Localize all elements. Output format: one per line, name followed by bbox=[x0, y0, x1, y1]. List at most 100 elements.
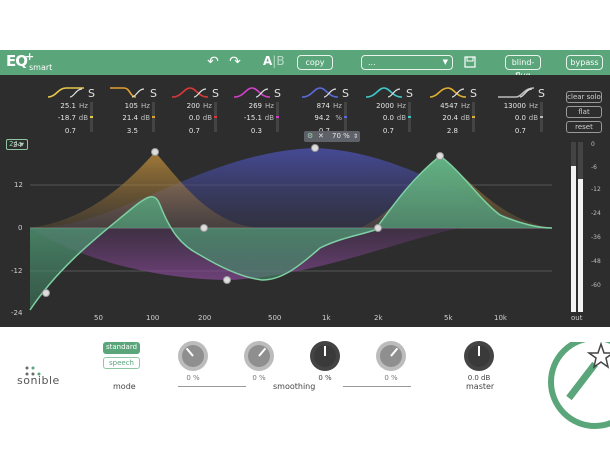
band-shape-icon[interactable] bbox=[366, 86, 402, 98]
meter-scale-label: -6 bbox=[591, 164, 597, 171]
x-tick-label: 100 bbox=[146, 314, 160, 322]
flat-button[interactable]: flat bbox=[566, 106, 602, 118]
mode-speech-button[interactable]: speech bbox=[103, 357, 140, 369]
gear-icon[interactable]: ⚙ bbox=[307, 131, 313, 142]
stepper-icon[interactable]: ⇕ bbox=[353, 131, 358, 142]
band-solo-button[interactable]: S bbox=[538, 87, 545, 100]
band-strip-7: S 4547 Hz 20.4 dB 2.8 bbox=[424, 84, 486, 136]
meter-label: out bbox=[571, 314, 583, 322]
band-q-value[interactable]: 3.5 bbox=[104, 127, 138, 135]
smart-learn-button[interactable] bbox=[545, 335, 610, 450]
band-freq-unit: Hz bbox=[397, 102, 406, 110]
band-q-value[interactable]: 0.7 bbox=[360, 127, 394, 135]
clear-solo-button[interactable]: clear solo bbox=[566, 91, 602, 103]
redo-icon[interactable]: ↷ bbox=[226, 53, 244, 71]
band-meter bbox=[540, 102, 543, 132]
band-q-value[interactable]: 0.7 bbox=[492, 127, 526, 135]
band-solo-button[interactable]: S bbox=[470, 87, 477, 100]
band-node-3[interactable] bbox=[200, 224, 208, 232]
band-gain-value[interactable]: 0.0 bbox=[515, 114, 526, 122]
band-q-value[interactable]: 0.3 bbox=[228, 127, 262, 135]
band-gain-value[interactable]: -18.7 bbox=[58, 114, 76, 122]
band-gain-unit: dB bbox=[202, 114, 212, 122]
band-freq-unit: Hz bbox=[333, 102, 342, 110]
smoothing-value-4: 0 % bbox=[384, 374, 398, 382]
band-freq-unit: Hz bbox=[203, 102, 212, 110]
output-meter bbox=[569, 142, 585, 312]
band-auto-bar[interactable]: ⚙ ✕ 70 % ⇕ bbox=[304, 131, 360, 142]
band-gain-value[interactable]: 94.2 bbox=[314, 114, 330, 122]
reset-button[interactable]: reset bbox=[566, 121, 602, 133]
smoothing-bracket-right bbox=[343, 386, 411, 387]
band-freq-unit: Hz bbox=[461, 102, 470, 110]
ab-b-label: B bbox=[276, 54, 285, 68]
blind-flug-button[interactable]: blind-flug bbox=[505, 55, 541, 80]
meter-left bbox=[571, 142, 576, 312]
band-node-5[interactable] bbox=[311, 144, 319, 152]
band-shape-icon[interactable] bbox=[234, 86, 270, 98]
band-meter bbox=[472, 102, 475, 132]
band-freq-value[interactable]: 105 bbox=[125, 102, 138, 110]
smoothing-knob-2[interactable] bbox=[244, 341, 274, 371]
band-solo-button[interactable]: S bbox=[342, 87, 349, 100]
master-knob[interactable] bbox=[464, 341, 494, 371]
meter-scale-label: 0 bbox=[591, 141, 595, 148]
band-freq-value[interactable]: 4547 bbox=[440, 102, 458, 110]
band-gain-value[interactable]: 21.4 bbox=[122, 114, 138, 122]
preset-select[interactable]: ... ▼ bbox=[361, 55, 453, 70]
band-solo-button[interactable]: S bbox=[88, 87, 95, 100]
band-shape-icon[interactable] bbox=[48, 86, 84, 98]
band-freq-value[interactable]: 269 bbox=[249, 102, 262, 110]
band-solo-button[interactable]: S bbox=[274, 87, 281, 100]
band-strip-4: S 269 Hz -15.1 dB 0.3 bbox=[228, 84, 290, 136]
eq-graph[interactable] bbox=[0, 140, 560, 320]
band-shape-icon[interactable] bbox=[302, 86, 338, 98]
band-freq-value[interactable]: 25.1 bbox=[60, 102, 76, 110]
logo-sub: smart bbox=[29, 63, 53, 72]
band-gain-value[interactable]: -15.1 bbox=[244, 114, 262, 122]
band-shape-icon[interactable] bbox=[498, 86, 534, 98]
smoothing-bracket-left bbox=[178, 386, 246, 387]
band-q-value[interactable]: 0.7 bbox=[166, 127, 200, 135]
smoothing-knob-4[interactable] bbox=[376, 341, 406, 371]
band-shape-icon[interactable] bbox=[172, 86, 208, 98]
bypass-button[interactable]: bypass bbox=[566, 55, 603, 70]
band-freq-value[interactable]: 2000 bbox=[376, 102, 394, 110]
save-icon[interactable] bbox=[461, 53, 479, 71]
band-node-2[interactable] bbox=[151, 148, 159, 156]
copy-button[interactable]: copy bbox=[297, 55, 333, 70]
band-q-value[interactable]: 2.8 bbox=[424, 127, 458, 135]
smoothing-value-1: 0 % bbox=[186, 374, 200, 382]
band-node-6[interactable] bbox=[374, 224, 382, 232]
band-strip-3: S 200 Hz 0.0 dB 0.7 bbox=[166, 84, 228, 136]
smoothing-label: smoothing bbox=[273, 382, 316, 391]
band-freq-value[interactable]: 13000 bbox=[504, 102, 526, 110]
band-freq-value[interactable]: 874 bbox=[317, 102, 330, 110]
band-node-1[interactable] bbox=[42, 289, 50, 297]
smoothing-knob-1[interactable] bbox=[178, 341, 208, 371]
mode-standard-button[interactable]: standard bbox=[103, 342, 140, 354]
band-q-value[interactable]: 0.7 bbox=[42, 127, 76, 135]
band-solo-button[interactable]: S bbox=[406, 87, 413, 100]
y-tick-label: -24 bbox=[11, 309, 23, 317]
band-freq-unit: Hz bbox=[79, 102, 88, 110]
band-solo-button[interactable]: S bbox=[150, 87, 157, 100]
undo-icon[interactable]: ↶ bbox=[204, 53, 222, 71]
band-gain-value[interactable]: 0.0 bbox=[383, 114, 394, 122]
close-icon[interactable]: ✕ bbox=[318, 131, 324, 142]
band-gain-unit: dB bbox=[140, 114, 150, 122]
band-gain-value[interactable]: 20.4 bbox=[442, 114, 458, 122]
band-strip-2: S 105 Hz 21.4 dB 3.5 bbox=[104, 84, 166, 136]
band-node-4[interactable] bbox=[223, 276, 231, 284]
x-tick-label: 5k bbox=[444, 314, 453, 322]
band-solo-button[interactable]: S bbox=[212, 87, 219, 100]
logo: EQ + smart bbox=[6, 50, 53, 75]
ab-toggle[interactable]: A|B bbox=[263, 54, 285, 68]
band-node-7[interactable] bbox=[436, 152, 444, 160]
band-gain-value[interactable]: 0.0 bbox=[189, 114, 200, 122]
band-shape-icon[interactable] bbox=[110, 86, 146, 98]
smoothing-knob-3[interactable] bbox=[310, 341, 340, 371]
ab-a-label: A bbox=[263, 54, 273, 68]
band-shape-icon[interactable] bbox=[430, 86, 466, 98]
band-freq-value[interactable]: 200 bbox=[187, 102, 200, 110]
